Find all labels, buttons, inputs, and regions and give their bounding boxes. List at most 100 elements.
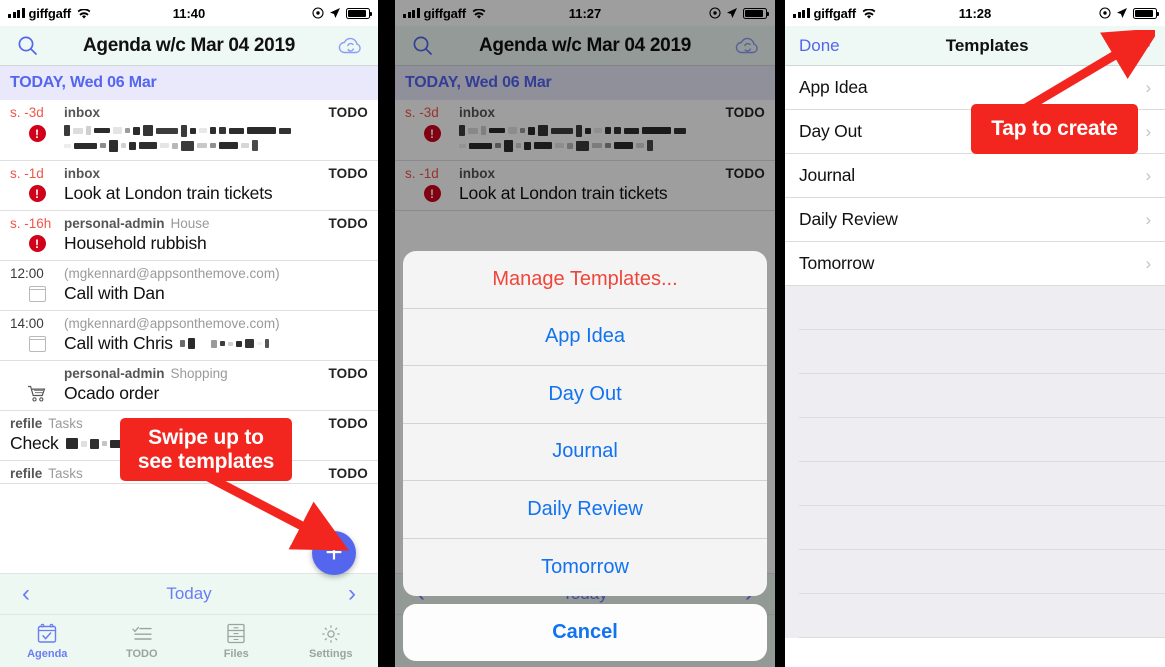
list-item[interactable]: Journal ›: [785, 154, 1165, 198]
list-item[interactable]: Daily Review ›: [785, 198, 1165, 242]
row-when: s. -1d: [10, 166, 44, 181]
row-context: inbox: [64, 105, 100, 120]
template-label: Tomorrow: [799, 253, 875, 273]
phone-screen-agenda: giffgaff 11:40 Agenda w/c Mar 04 2019 TO…: [0, 0, 378, 667]
row-context: refile: [10, 466, 43, 481]
action-sheet-item-label: App Idea: [544, 325, 626, 348]
table-row[interactable]: 14:00 (mgkennard@appsonthemove.com) Call…: [0, 311, 378, 361]
row-context-secondary: Shopping: [170, 366, 228, 381]
phone-screen-templates: giffgaff 11:28 Done Templates + App Idea…: [785, 0, 1165, 667]
action-sheet-item-tomorrow[interactable]: Tomorrow: [403, 539, 767, 597]
chevron-left-icon[interactable]: ‹: [22, 582, 30, 606]
row-title: Call with Chris: [64, 333, 173, 353]
action-sheet-item-label: Journal: [552, 440, 618, 463]
calendar-check-icon: [36, 623, 58, 645]
row-body: ! Household rubbish: [10, 233, 368, 254]
empty-row: [799, 286, 1165, 330]
empty-row: [799, 374, 1165, 418]
empty-row: [799, 594, 1165, 638]
row-context: (mgkennard@appsonthemove.com): [64, 316, 280, 331]
alert-icon: !: [10, 235, 64, 252]
location-arrow-icon: [1117, 8, 1127, 18]
alarm-icon: [1099, 7, 1111, 19]
chevron-right-icon[interactable]: ›: [348, 582, 356, 606]
action-sheet-item-manage-templates[interactable]: Manage Templates...: [403, 251, 767, 309]
tab-settings[interactable]: Settings: [284, 623, 379, 660]
done-button[interactable]: Done: [799, 36, 840, 56]
panel-divider: [775, 0, 785, 667]
row-context-secondary: Tasks: [48, 466, 83, 481]
action-sheet-item-label: Daily Review: [527, 497, 643, 520]
row-when: s. -3d: [10, 105, 44, 120]
action-sheet-item-daily-review[interactable]: Daily Review: [403, 481, 767, 539]
nav-bar: Agenda w/c Mar 04 2019: [0, 26, 378, 66]
chevron-right-icon: ›: [1145, 121, 1152, 141]
table-row[interactable]: s. -3d inbox TODO !: [0, 100, 378, 161]
row-meta: 12:00 (mgkennard@appsonthemove.com): [10, 266, 368, 281]
screenshot-stage: giffgaff 11:40 Agenda w/c Mar 04 2019 TO…: [0, 0, 1165, 667]
row-body: Ocado order: [10, 383, 368, 404]
status-bar-right: [312, 7, 372, 19]
status-bar: giffgaff 11:40: [0, 0, 378, 26]
template-label: Day Out: [799, 121, 862, 141]
row-context-secondary: House: [170, 216, 210, 231]
status-badge: TODO: [328, 216, 368, 231]
cancel-button-label: Cancel: [552, 621, 618, 643]
tab-label: Settings: [309, 647, 353, 660]
action-sheet-list: Manage Templates... App Idea Day Out Jou…: [403, 251, 767, 596]
alert-icon: !: [10, 122, 64, 142]
redacted-text: [64, 122, 291, 154]
battery-icon: [1133, 7, 1159, 19]
row-context: refile: [10, 416, 43, 431]
annotation-tap-to-create: Tap to create: [971, 104, 1138, 154]
tab-label: Agenda: [27, 647, 68, 660]
search-icon[interactable]: [14, 33, 40, 59]
chevron-right-icon: ›: [1145, 165, 1152, 185]
row-context: inbox: [64, 166, 100, 181]
row-body: !: [10, 122, 368, 154]
row-context: (mgkennard@appsonthemove.com): [64, 266, 280, 281]
today-button[interactable]: Today: [166, 584, 211, 604]
calendar-icon: [10, 285, 64, 302]
action-sheet-item-label: Tomorrow: [541, 555, 629, 578]
action-sheet-item-app-idea[interactable]: App Idea: [403, 309, 767, 366]
row-title: Look at London train tickets: [64, 183, 273, 203]
empty-list-filler: [785, 286, 1165, 638]
row-meta: s. -3d inbox TODO: [10, 105, 368, 120]
row-body: Call with Dan: [10, 283, 368, 304]
table-row[interactable]: personal-admin Shopping TODO Ocado order: [0, 361, 378, 411]
action-sheet-item-day-out[interactable]: Day Out: [403, 366, 767, 424]
checklist-icon: [131, 623, 153, 645]
row-title: Call with Dan: [64, 283, 165, 303]
status-badge: TODO: [328, 366, 368, 381]
row-title: Check: [10, 433, 59, 453]
tab-todo[interactable]: TODO: [95, 623, 190, 660]
calendar-icon: [10, 335, 64, 352]
add-entry-fab[interactable]: ⌃ +: [312, 531, 356, 575]
empty-row: [799, 418, 1165, 462]
cancel-button[interactable]: Cancel: [403, 604, 767, 661]
tab-agenda[interactable]: Agenda: [0, 623, 95, 660]
annotation-line-2: see templates: [137, 449, 275, 473]
list-item[interactable]: Tomorrow ›: [785, 242, 1165, 286]
drawers-icon: [226, 623, 246, 645]
empty-row: [799, 506, 1165, 550]
row-context-secondary: Tasks: [48, 416, 83, 431]
row-meta: s. -1d inbox TODO: [10, 166, 368, 181]
empty-row: [799, 462, 1165, 506]
table-row[interactable]: s. -1d inbox TODO ! Look at London train…: [0, 161, 378, 211]
cloud-sync-icon[interactable]: [338, 33, 364, 59]
table-row[interactable]: 12:00 (mgkennard@appsonthemove.com) Call…: [0, 261, 378, 311]
row-body: ! Look at London train tickets: [10, 183, 368, 204]
plus-icon[interactable]: +: [1135, 31, 1151, 60]
tab-files[interactable]: Files: [189, 623, 284, 660]
action-sheet-item-journal[interactable]: Journal: [403, 424, 767, 481]
row-meta: personal-admin Shopping TODO: [10, 366, 368, 381]
table-row[interactable]: s. -16h personal-admin House TODO ! Hous…: [0, 211, 378, 261]
tab-bar: Agenda TODO Files Settings: [0, 615, 378, 667]
gear-icon: [320, 623, 342, 645]
chevron-right-icon: ›: [1145, 253, 1152, 273]
row-title: Household rubbish: [64, 233, 207, 253]
panel-divider: [378, 0, 395, 667]
action-sheet-item-label: Manage Templates...: [492, 267, 678, 290]
